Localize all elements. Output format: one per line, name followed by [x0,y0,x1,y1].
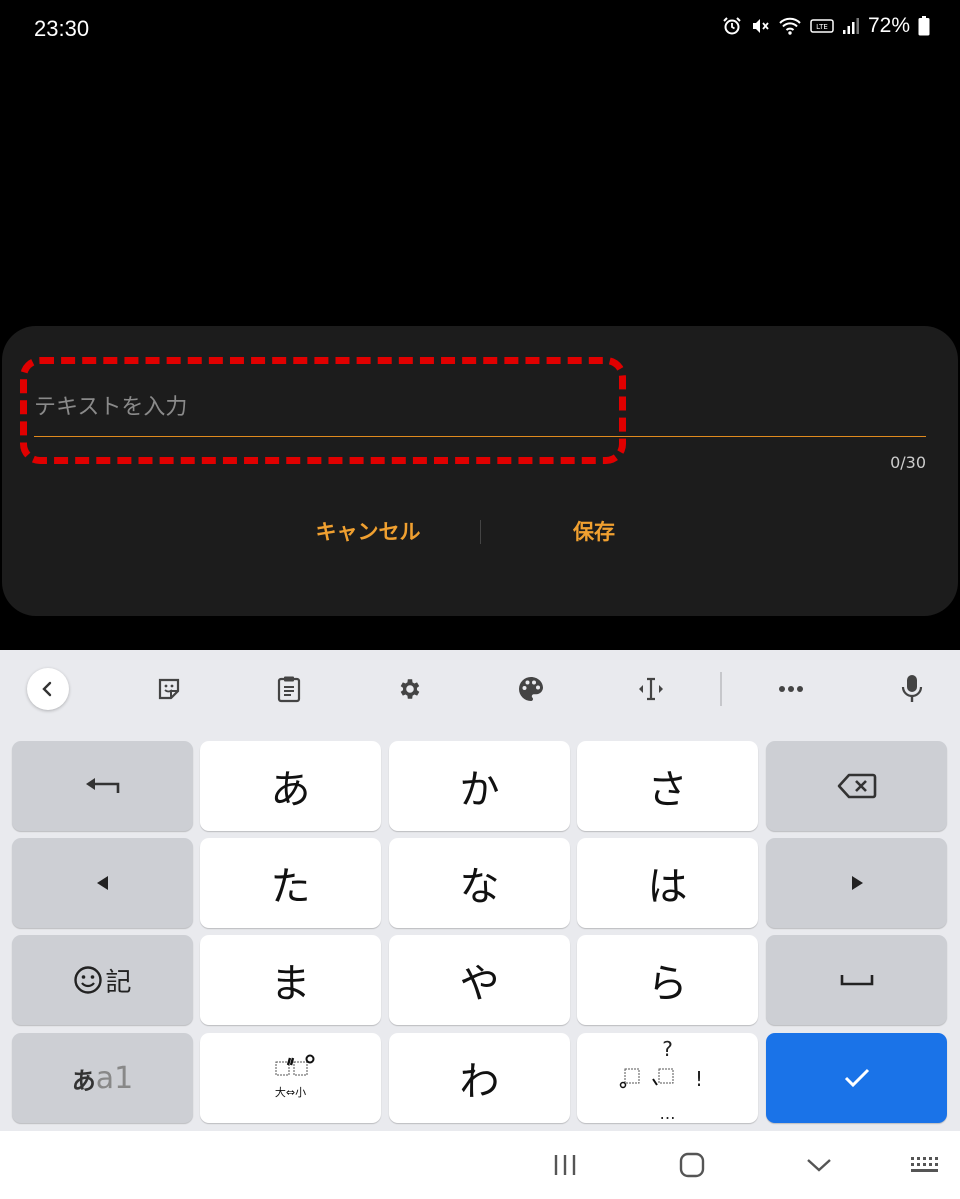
key-sa[interactable]: さ [577,741,758,831]
hide-keyboard-button[interactable] [789,1140,849,1190]
key-ka[interactable]: か [389,741,570,831]
back-icon [42,681,52,697]
checkmark-icon [844,1068,869,1088]
key-ra[interactable]: ら [577,935,758,1025]
svg-text:LTE: LTE [816,23,828,31]
key-na[interactable]: な [389,838,570,928]
volte-icon: LTE [810,19,834,33]
input-mode-key[interactable]: あ a1 [12,1033,193,1123]
clipboard-button[interactable] [268,668,310,710]
cursor-icon [639,677,663,701]
backspace-icon [837,773,876,799]
triangle-left-icon [96,876,108,890]
mute-icon [752,19,769,33]
undo-key[interactable] [12,741,193,831]
emoji-symbol-key[interactable]: 記 [12,935,193,1025]
clipboard-icon [277,676,301,703]
emoji-key-label: 記 [105,967,132,998]
home-icon [679,1152,705,1178]
mode-alpha-label: a1 [95,1060,134,1096]
dakuten-key[interactable]: 大⇔小 [200,1033,381,1123]
button-divider [480,520,481,544]
cursor-left-key[interactable] [12,838,193,928]
triangle-right-icon [851,876,863,890]
status-time: 23:30 [34,16,90,41]
space-icon [840,975,873,986]
chevron-down-icon [807,1159,831,1172]
keyboard-switch-button[interactable] [895,1140,955,1190]
home-button[interactable] [662,1140,722,1190]
cancel-button[interactable]: キャンセル [300,512,436,552]
battery-icon [918,16,930,36]
punct-ellipsis-label: … [659,1104,676,1123]
key-wa[interactable]: わ [389,1033,570,1123]
undo-arrow-icon [85,778,119,793]
keyboard-icon [911,1157,938,1172]
punct-exclamation-label: ! [695,1067,704,1091]
recent-apps-icon [554,1155,576,1175]
voice-input-button[interactable] [891,668,933,710]
sticker-icon [158,678,180,700]
wifi-icon [779,17,801,35]
status-icons: LTE 72% [722,14,930,38]
save-button[interactable]: 保存 [544,512,644,552]
more-button[interactable] [770,668,812,710]
recent-apps-button[interactable] [535,1140,595,1190]
key-a[interactable]: あ [200,741,381,831]
punct-question-label: ? [662,1037,673,1061]
settings-button[interactable] [389,668,431,710]
alarm-icon [723,17,741,35]
more-icon [779,686,803,692]
space-key[interactable] [766,935,947,1025]
cursor-control-button[interactable] [630,668,672,710]
input-underline [34,436,926,437]
battery-percent: 72% [867,14,910,37]
text-input-dialog [2,326,958,616]
keyboard-toolbar [0,650,960,730]
key-ta[interactable]: た [200,838,381,928]
microphone-icon [901,675,923,702]
dakuten-key-label: 大⇔小 [274,1086,307,1099]
signal-icon [842,18,859,34]
palette-icon [519,677,543,701]
key-ya[interactable]: や [389,935,570,1025]
smiley-icon [74,966,103,994]
punctuation-key[interactable]: ? ! … [577,1033,758,1123]
backspace-key[interactable] [766,741,947,831]
toolbar-back-button[interactable] [27,668,69,710]
key-ha[interactable]: は [577,838,758,928]
cursor-right-key[interactable] [766,838,947,928]
text-input-field[interactable] [34,383,926,431]
char-counter: 0/30 [890,453,926,472]
mode-kana-label: あ [71,1066,96,1095]
theme-button[interactable] [510,668,552,710]
toolbar-separator [720,672,722,706]
enter-key[interactable] [766,1033,947,1123]
key-ma[interactable]: ま [200,935,381,1025]
status-bar: 23:30 LTE 72% [0,0,960,56]
sticker-button[interactable] [148,668,190,710]
gear-icon [400,679,420,699]
